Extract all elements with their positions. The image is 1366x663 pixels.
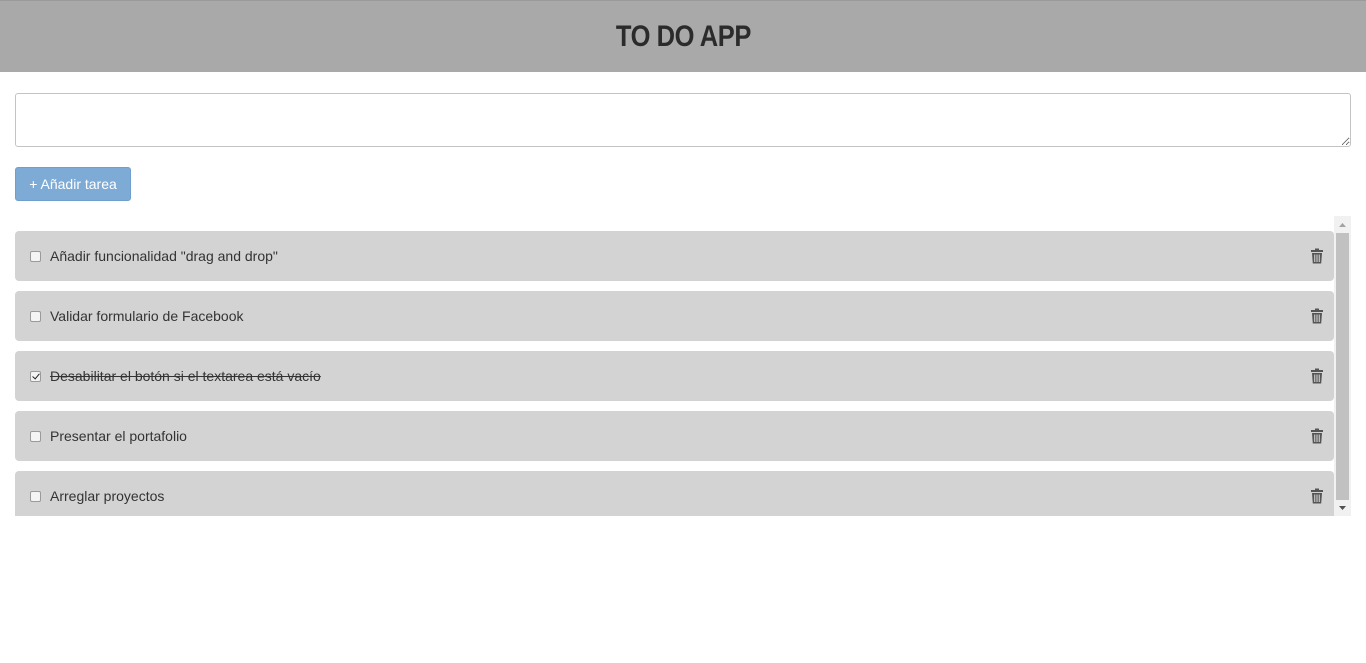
task-checkbox[interactable] (30, 310, 41, 322)
task-item: Arreglar proyectos (15, 471, 1334, 516)
task-label: Añadir funcionalidad "drag and drop" (50, 248, 278, 264)
task-checkbox[interactable] (30, 490, 41, 502)
task-textarea[interactable] (15, 93, 1351, 147)
trash-icon[interactable] (1310, 428, 1324, 444)
scroll-down-arrow-icon[interactable] (1334, 499, 1351, 516)
task-label: Desabilitar el botón si el textarea está… (50, 368, 321, 384)
task-checkbox[interactable] (30, 370, 41, 382)
task-checkbox[interactable] (30, 250, 41, 262)
task-list-container: Añadir funcionalidad "drag and drop" Val… (15, 216, 1351, 516)
trash-icon[interactable] (1310, 488, 1324, 504)
trash-icon[interactable] (1310, 368, 1324, 384)
app-title: TO DO APP (615, 19, 751, 53)
scroll-up-arrow-icon[interactable] (1334, 216, 1351, 233)
trash-icon[interactable] (1310, 308, 1324, 324)
task-item: Validar formulario de Facebook (15, 291, 1334, 341)
task-checkbox[interactable] (30, 430, 41, 442)
task-list-scrollbar[interactable] (1334, 216, 1351, 516)
task-item: Desabilitar el botón si el textarea está… (15, 351, 1334, 401)
task-label: Presentar el portafolio (50, 428, 187, 444)
task-item: Añadir funcionalidad "drag and drop" (15, 231, 1334, 281)
task-label: Arreglar proyectos (50, 488, 165, 504)
task-item: Presentar el portafolio (15, 411, 1334, 461)
task-label: Validar formulario de Facebook (50, 308, 244, 324)
trash-icon[interactable] (1310, 248, 1324, 264)
add-task-button[interactable]: + Añadir tarea (15, 167, 131, 201)
app-header: TO DO APP (0, 0, 1366, 72)
scrollbar-thumb[interactable] (1336, 233, 1349, 500)
task-list: Añadir funcionalidad "drag and drop" Val… (15, 231, 1334, 516)
